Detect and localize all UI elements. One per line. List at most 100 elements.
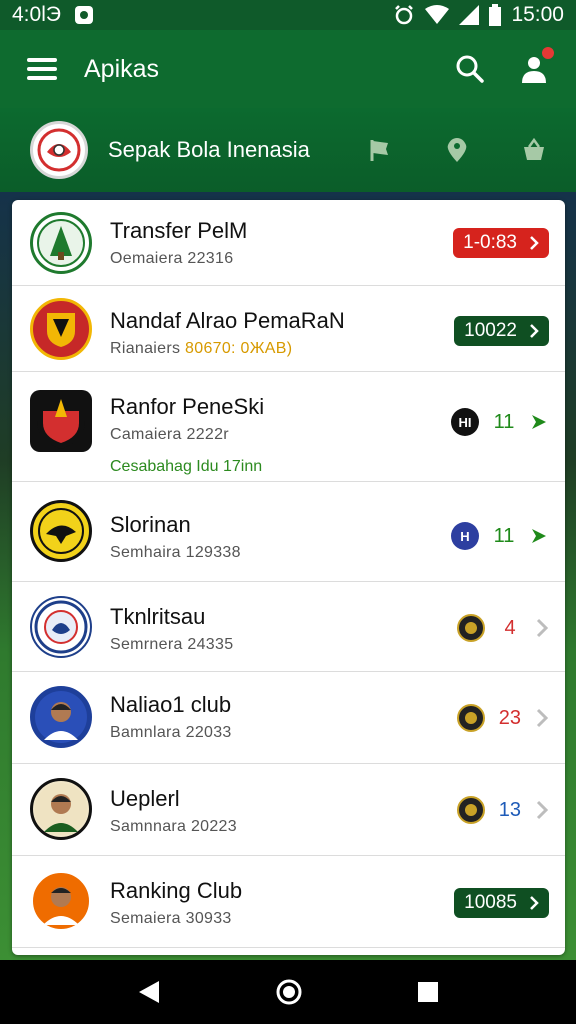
list-item[interactable]: Ranfor PeneSki Camaiera 2222r Cesabahag … <box>12 372 565 482</box>
club-crest <box>30 500 92 562</box>
player-face-icon <box>34 874 88 928</box>
mini-badge-label: H <box>460 528 470 544</box>
notification-icon <box>74 6 93 24</box>
club-crest <box>30 298 92 360</box>
club-crest <box>30 212 92 274</box>
status-time-left: 4:0lЭ <box>12 3 61 26</box>
club-subtitle: Rianaiers 80670: 0ЖAB) <box>110 340 345 358</box>
rank-number: 11 <box>493 524 515 547</box>
club-name: Ueplerl <box>110 786 180 811</box>
profile-button[interactable] <box>514 45 556 89</box>
search-icon <box>456 55 484 83</box>
player-face-icon <box>35 691 87 743</box>
list-item[interactable]: Slorinan Semhaira 129338 H 11 <box>12 482 565 582</box>
club-subtitle-label: Rianaiers <box>110 340 181 357</box>
club-name: Naliao1 club <box>110 692 232 717</box>
club-subtitle: Semhaira 129338 <box>110 544 241 561</box>
list-item[interactable]: Naliao1 club Bamnlara 22033 23 <box>12 672 565 764</box>
club-name: Ranfor PeneSki <box>110 394 265 419</box>
wifi-icon <box>425 5 450 24</box>
bird-crest-icon <box>38 508 84 554</box>
club-list: Transfer PelM Oemaiera 22316 1-0:83 Nand… <box>12 200 565 955</box>
home-icon[interactable] <box>275 978 303 1006</box>
club-name: Tknlritsau <box>110 604 206 629</box>
status-time-right: 15:00 <box>511 3 564 26</box>
rank-number: 11 <box>493 410 515 433</box>
system-nav-bar <box>0 960 576 1024</box>
search-button[interactable] <box>450 49 490 89</box>
player-avatar <box>30 870 92 932</box>
score-pill[interactable]: 1-0:83 <box>453 228 549 258</box>
medal-icon <box>465 622 477 634</box>
chevron-right-icon[interactable] <box>535 707 549 729</box>
league-title: Sepak Bola Inenasia <box>108 137 310 162</box>
shield-crest-icon <box>37 395 85 449</box>
medal-icon <box>464 804 477 816</box>
shield-crest-icon <box>47 313 75 347</box>
app-title: Apikas <box>84 54 160 83</box>
rank-number: 23 <box>498 706 521 729</box>
club-name: Transfer PelM <box>110 218 248 243</box>
list-item[interactable]: Nandaf Alrao PemaRaN Rianaiers 80670: 0Ж… <box>12 286 565 372</box>
chevron-right-icon[interactable] <box>535 799 549 821</box>
status-bar: 4:0lЭ 15:00 <box>0 0 576 30</box>
club-subtitle: Semrnera 24335 <box>110 636 234 653</box>
app-bar: Apikas <box>0 30 576 108</box>
score-pill[interactable]: 10085 <box>454 888 549 918</box>
round-crest-icon <box>34 600 88 654</box>
list-item[interactable]: Ueplerl Samnnara 20223 13 <box>12 764 565 856</box>
chevron-right-icon[interactable] <box>535 617 549 639</box>
medal-badge <box>456 704 485 732</box>
player-avatar <box>30 778 92 840</box>
hamburger-icon <box>27 58 57 80</box>
club-name: Slorinan <box>110 512 191 537</box>
player-avatar <box>30 686 92 748</box>
location-icon[interactable] <box>446 137 468 163</box>
chevron-right-icon <box>530 896 539 910</box>
club-name: Ranking Club <box>110 878 243 903</box>
league-header: Sepak Bola Inenasia <box>0 108 576 192</box>
chevron-right-icon <box>530 324 539 338</box>
back-icon[interactable] <box>137 979 161 1005</box>
club-subtitle: Oemaiera 22316 <box>110 250 234 267</box>
club-mini-badge: H <box>451 522 479 550</box>
menu-button[interactable] <box>22 49 62 89</box>
medal-icon <box>464 712 477 724</box>
mini-badge-label: HI <box>458 414 472 430</box>
club-subtitle: Semaiera 30933 <box>110 910 232 927</box>
club-subtitle: Camaiera 2222r <box>110 426 229 443</box>
notification-badge <box>540 45 556 61</box>
medal-badge <box>457 614 485 642</box>
tree-crest-icon <box>37 219 85 267</box>
league-crest-icon <box>37 128 81 172</box>
score-text: 10022 <box>464 320 517 341</box>
club-crest <box>30 390 92 452</box>
battery-icon <box>489 4 502 26</box>
alarm-icon <box>395 5 414 25</box>
club-crest <box>30 596 92 658</box>
signal-icon <box>459 5 480 25</box>
list-item[interactable]: Transfer PelM Oemaiera 22316 1-0:83 <box>12 200 565 286</box>
list-item[interactable]: Ranking Club Semaiera 30933 10085 <box>12 856 565 948</box>
score-text: 10085 <box>464 892 517 913</box>
score-text: 1-0:83 <box>463 232 517 253</box>
shop-icon[interactable] <box>522 138 546 162</box>
chevron-right-icon <box>530 236 539 250</box>
league-logo <box>30 121 88 179</box>
medal-badge <box>456 796 485 824</box>
club-name: Nandaf Alrao PemaRaN <box>110 308 345 333</box>
flag-icon[interactable] <box>368 138 392 162</box>
club-subtitle: Bamnlara 22033 <box>110 724 232 741</box>
club-note: Cesabahag Idu 17inn <box>110 458 263 475</box>
player-face-icon <box>35 783 87 835</box>
list-item[interactable]: Tknlritsau Semrnera 24335 4 <box>12 582 565 672</box>
club-subtitle: Samnnara 20223 <box>110 818 237 835</box>
chevron-right-icon[interactable] <box>529 412 549 432</box>
club-subtitle-highlight: 80670: 0ЖAB) <box>185 340 293 357</box>
chevron-right-icon[interactable] <box>529 526 549 546</box>
club-mini-badge: HI <box>451 408 479 436</box>
score-pill[interactable]: 10022 <box>454 316 549 346</box>
rank-number: 4 <box>504 616 516 639</box>
rank-number: 13 <box>498 798 521 821</box>
recents-icon[interactable] <box>417 981 439 1003</box>
